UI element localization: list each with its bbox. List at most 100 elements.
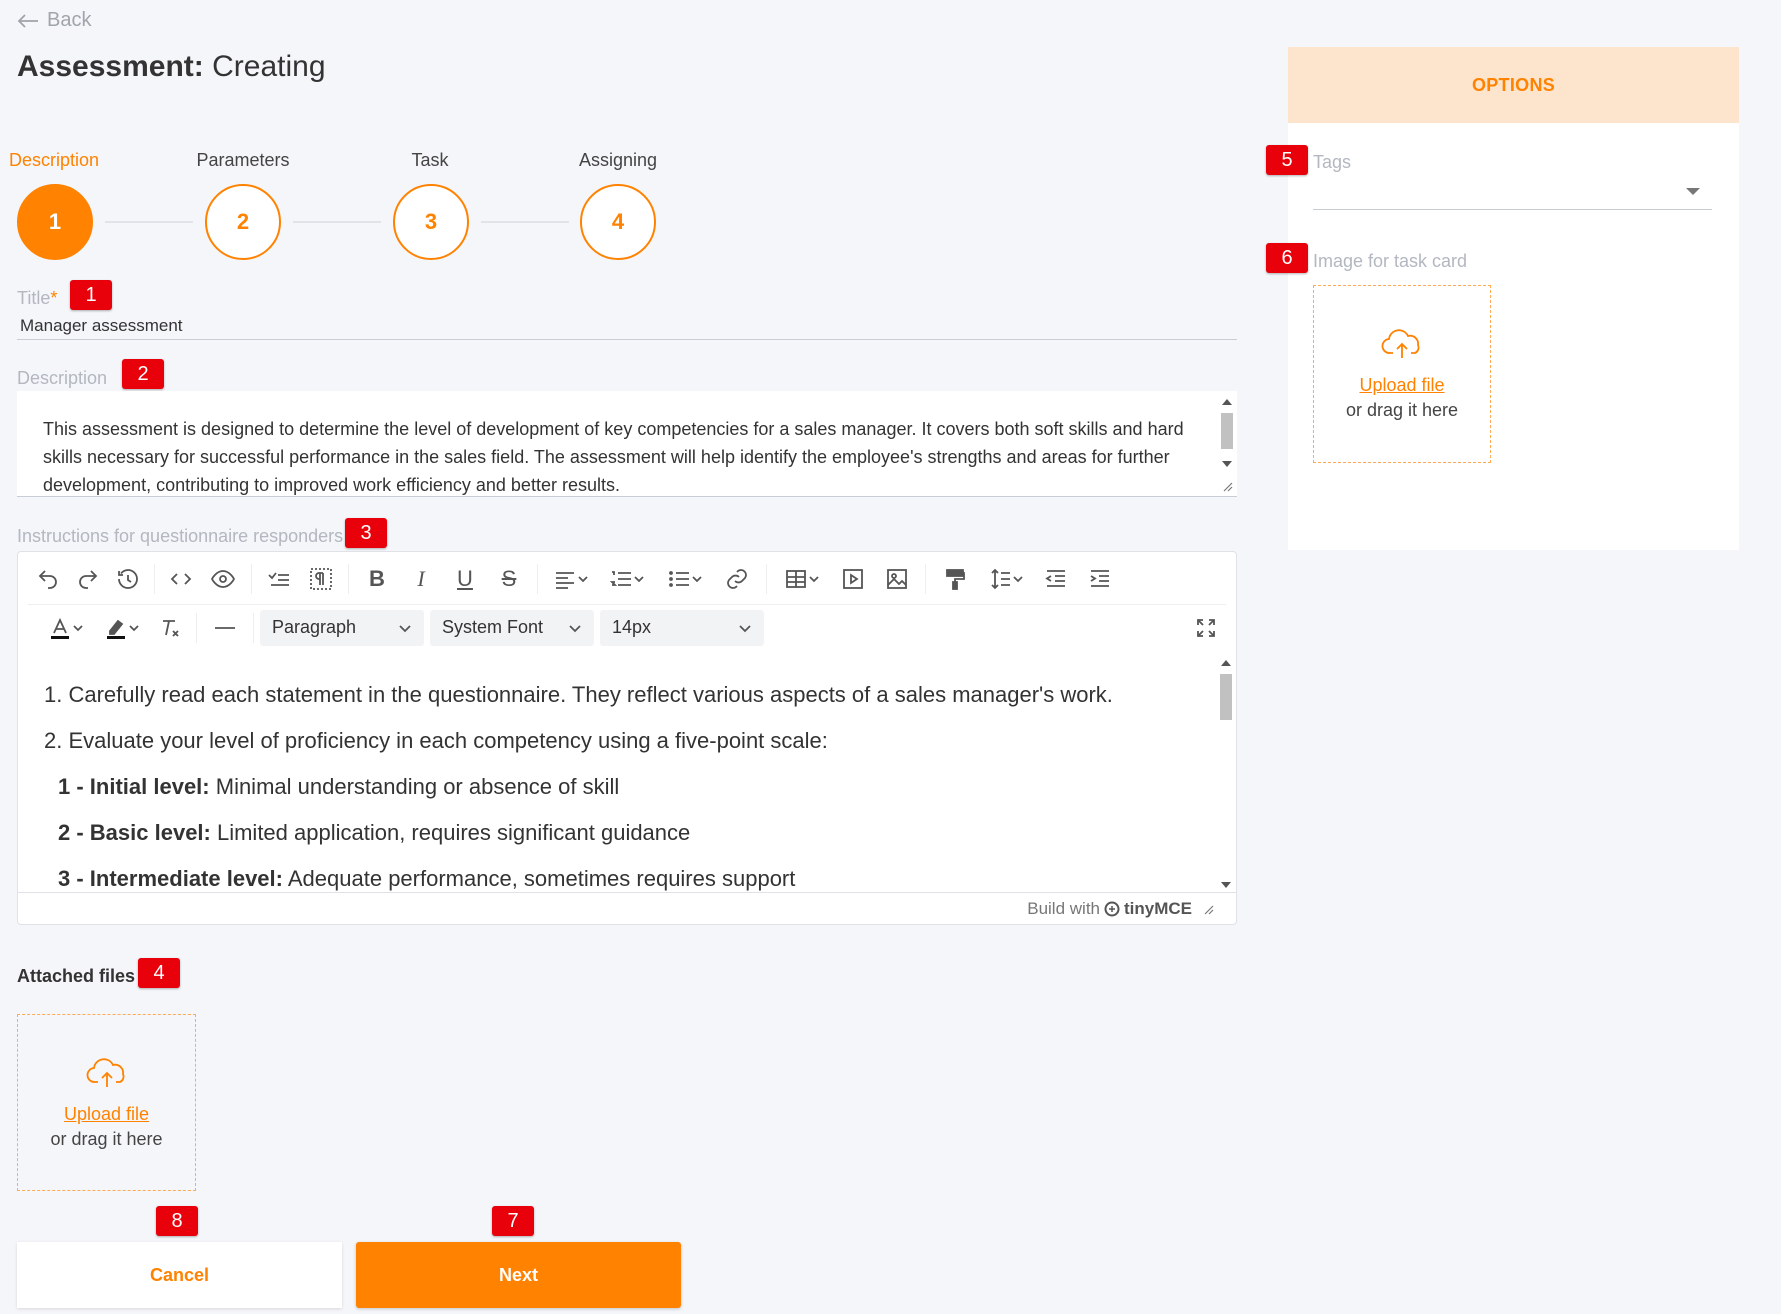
fullscreen-button[interactable]	[1186, 610, 1226, 646]
step-3-circle[interactable]: 3	[393, 184, 469, 260]
cloud-upload-icon	[86, 1057, 124, 1087]
rich-text-editor: B I U S Paragraph System Font 14px 1. Ca…	[17, 551, 1237, 925]
step-label-task[interactable]: Task	[370, 150, 490, 171]
italic-button[interactable]: I	[399, 561, 443, 597]
upload-file-link[interactable]: Upload file	[1359, 375, 1444, 396]
highlighter-icon	[107, 619, 125, 639]
level-number: 1 -	[58, 774, 90, 799]
step-label-parameters[interactable]: Parameters	[183, 150, 303, 171]
outdent-button[interactable]	[1034, 561, 1078, 597]
attached-files-dropzone[interactable]: Upload file or drag it here	[17, 1014, 196, 1191]
media-icon	[843, 569, 863, 589]
checklist-icon	[268, 572, 289, 586]
page-title-sub: Creating	[212, 50, 326, 83]
numbered-list-dropdown[interactable]	[598, 561, 656, 597]
code-icon	[170, 573, 192, 585]
font-size-select[interactable]: 14px	[600, 609, 764, 646]
indent-button[interactable]	[1078, 561, 1122, 597]
resize-handle-icon[interactable]	[1202, 903, 1214, 915]
page-title-main: Assessment:	[17, 50, 204, 83]
editor-statusbar: Build with tinyMCE	[18, 892, 1236, 924]
cancel-button[interactable]: Cancel	[17, 1242, 342, 1308]
toolbar-separator	[348, 564, 349, 594]
editor-scrollbar[interactable]	[1216, 652, 1236, 894]
checklist-button[interactable]	[258, 561, 300, 597]
history-icon	[118, 569, 138, 589]
tags-select[interactable]	[1313, 176, 1712, 210]
text-color-icon	[51, 617, 69, 639]
step-label-description[interactable]: Description	[0, 150, 114, 171]
step-label-assigning[interactable]: Assigning	[558, 150, 678, 171]
annotation-badge-6: 6	[1266, 243, 1308, 273]
scroll-up-arrow-icon[interactable]	[1221, 660, 1231, 666]
bullet-list-icon	[669, 571, 689, 587]
step-2-circle[interactable]: 2	[205, 184, 281, 260]
show-blocks-button[interactable]	[300, 561, 342, 597]
scroll-up-arrow-icon[interactable]	[1222, 399, 1232, 405]
redo-button[interactable]	[68, 561, 108, 597]
block-format-select[interactable]: Paragraph	[260, 609, 424, 646]
insert-image-button[interactable]	[875, 561, 919, 597]
toolbar-separator	[925, 564, 926, 594]
step-1-circle[interactable]: 1	[17, 184, 93, 260]
strikethrough-button[interactable]: S	[487, 561, 531, 597]
scroll-down-arrow-icon[interactable]	[1222, 461, 1232, 467]
history-button[interactable]	[108, 561, 148, 597]
cloud-upload-icon	[1381, 329, 1420, 358]
underline-button[interactable]: U	[443, 561, 487, 597]
chevron-down-icon	[692, 576, 702, 583]
chevron-down-icon	[739, 624, 751, 632]
insert-media-button[interactable]	[831, 561, 875, 597]
table-icon	[786, 570, 806, 588]
highlight-color-dropdown[interactable]	[94, 610, 150, 646]
step-connector	[481, 221, 569, 223]
eye-icon	[211, 570, 235, 588]
format-painter-button[interactable]	[932, 561, 978, 597]
toolbar-separator	[196, 612, 197, 643]
upload-file-link[interactable]: Upload file	[64, 1104, 149, 1125]
undo-button[interactable]	[28, 561, 68, 597]
resize-handle-icon[interactable]	[1221, 480, 1233, 492]
text-color-dropdown[interactable]	[38, 610, 94, 646]
step-4-circle[interactable]: 4	[580, 184, 656, 260]
preview-button[interactable]	[201, 561, 245, 597]
level-description: Minimal understanding or absence of skil…	[209, 774, 620, 799]
scroll-thumb[interactable]	[1220, 674, 1232, 720]
clear-format-icon	[163, 619, 179, 637]
level-item: 1 - Initial level: Minimal understanding…	[44, 764, 1216, 810]
horizontal-line-button[interactable]	[203, 610, 247, 646]
indent-icon	[1090, 570, 1109, 587]
font-family-value: System Font	[442, 617, 544, 637]
level-number: 2 -	[58, 820, 90, 845]
level-item: 2 - Basic level: Limited application, re…	[44, 810, 1216, 856]
title-input[interactable]	[17, 312, 1237, 340]
bold-button[interactable]: B	[355, 561, 399, 597]
description-textarea[interactable]: This assessment is designed to determine…	[17, 391, 1207, 495]
toolbar-separator	[253, 612, 254, 643]
scroll-down-arrow-icon[interactable]	[1221, 882, 1231, 888]
font-family-select[interactable]: System Font	[430, 609, 594, 646]
instructions-label: Instructions for questionnaire responder…	[17, 526, 344, 546]
bold-icon: B	[369, 566, 385, 591]
line-height-dropdown[interactable]	[978, 561, 1034, 597]
back-link[interactable]: Back	[17, 9, 91, 32]
source-code-button[interactable]	[161, 561, 201, 597]
status-brand[interactable]: tinyMCE	[1124, 899, 1192, 919]
image-icon	[887, 569, 907, 589]
outdent-icon	[1045, 570, 1065, 587]
table-dropdown[interactable]	[773, 561, 831, 597]
annotation-badge-8: 8	[156, 1206, 198, 1236]
bullet-list-dropdown[interactable]	[656, 561, 714, 597]
scroll-thumb[interactable]	[1221, 413, 1233, 449]
align-dropdown[interactable]	[544, 561, 598, 597]
image-card-label: Image for task card	[1313, 251, 1468, 271]
next-button[interactable]: Next	[356, 1242, 681, 1308]
editor-content[interactable]: 1. Carefully read each statement in the …	[18, 652, 1216, 894]
title-label: Title*	[17, 288, 57, 309]
drag-hint: or drag it here	[1345, 400, 1459, 420]
image-card-dropzone[interactable]: Upload file or drag it here	[1313, 285, 1491, 463]
clear-formatting-button[interactable]	[150, 610, 190, 646]
link-button[interactable]	[714, 561, 760, 597]
horizontal-rule-icon	[215, 626, 235, 629]
attached-files-label: Attached files	[17, 966, 136, 986]
